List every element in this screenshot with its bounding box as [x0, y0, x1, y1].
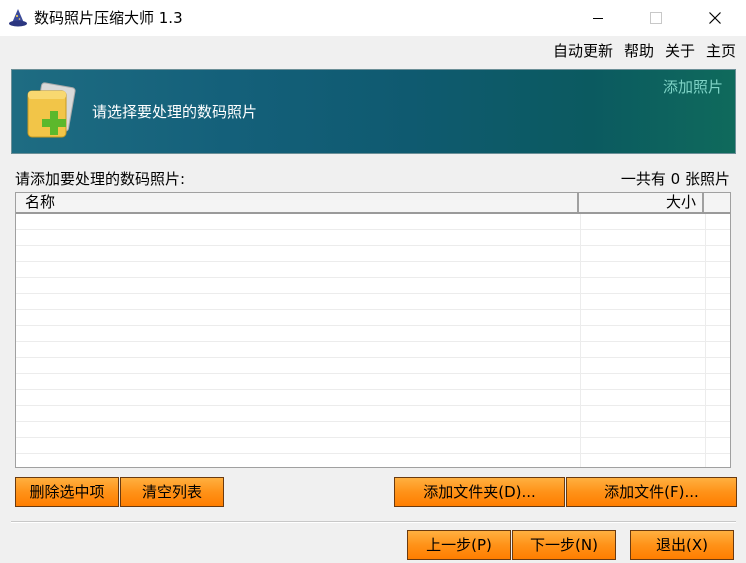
separator: [11, 521, 736, 523]
menu-about[interactable]: 关于: [665, 41, 695, 61]
menu-home[interactable]: 主页: [706, 41, 736, 61]
column-size-label: 大小: [665, 193, 696, 211]
column-name-label: 名称: [25, 193, 56, 211]
next-step-button[interactable]: 下一步(N): [512, 530, 616, 560]
exit-button[interactable]: 退出(X): [630, 530, 734, 560]
minimize-button[interactable]: [575, 0, 621, 36]
clear-list-button[interactable]: 清空列表: [120, 477, 224, 507]
menu-bar: 自动更新 帮助 关于 主页: [0, 36, 746, 64]
list-header: 名称 大小: [16, 193, 730, 214]
column-header-name[interactable]: 名称: [16, 193, 579, 212]
wizard-hat-icon: [8, 8, 28, 28]
column-header-size[interactable]: 大小: [581, 193, 704, 212]
menu-help[interactable]: 帮助: [624, 41, 654, 61]
add-file-button[interactable]: 添加文件(F)...: [566, 477, 737, 507]
banner-instruction: 请选择要处理的数码照片: [92, 103, 258, 121]
delete-selected-button[interactable]: 删除选中项: [15, 477, 119, 507]
column-gridline: [705, 214, 706, 467]
menu-auto-update[interactable]: 自动更新: [553, 41, 613, 61]
photo-list[interactable]: 名称 大小: [15, 192, 731, 468]
column-gridline: [580, 214, 581, 467]
photo-count: 一共有 0 张照片: [620, 170, 730, 188]
header-banner: 请选择要处理的数码照片 添加照片: [11, 69, 736, 154]
maximize-button[interactable]: [633, 0, 679, 36]
close-button[interactable]: [692, 0, 738, 36]
title-bar: 数码照片压缩大师 1.3: [0, 0, 746, 36]
add-photos-link[interactable]: 添加照片: [663, 77, 723, 97]
window-title: 数码照片压缩大师 1.3: [34, 9, 183, 27]
add-folder-button[interactable]: 添加文件夹(D)...: [394, 477, 565, 507]
minimize-icon: [593, 18, 603, 19]
prev-step-button[interactable]: 上一步(P): [407, 530, 511, 560]
maximize-icon: [650, 12, 662, 24]
add-photo-folder-icon: [24, 81, 82, 141]
list-caption: 请添加要处理的数码照片:: [15, 170, 186, 188]
list-body[interactable]: [16, 214, 730, 467]
close-icon: [709, 12, 721, 24]
